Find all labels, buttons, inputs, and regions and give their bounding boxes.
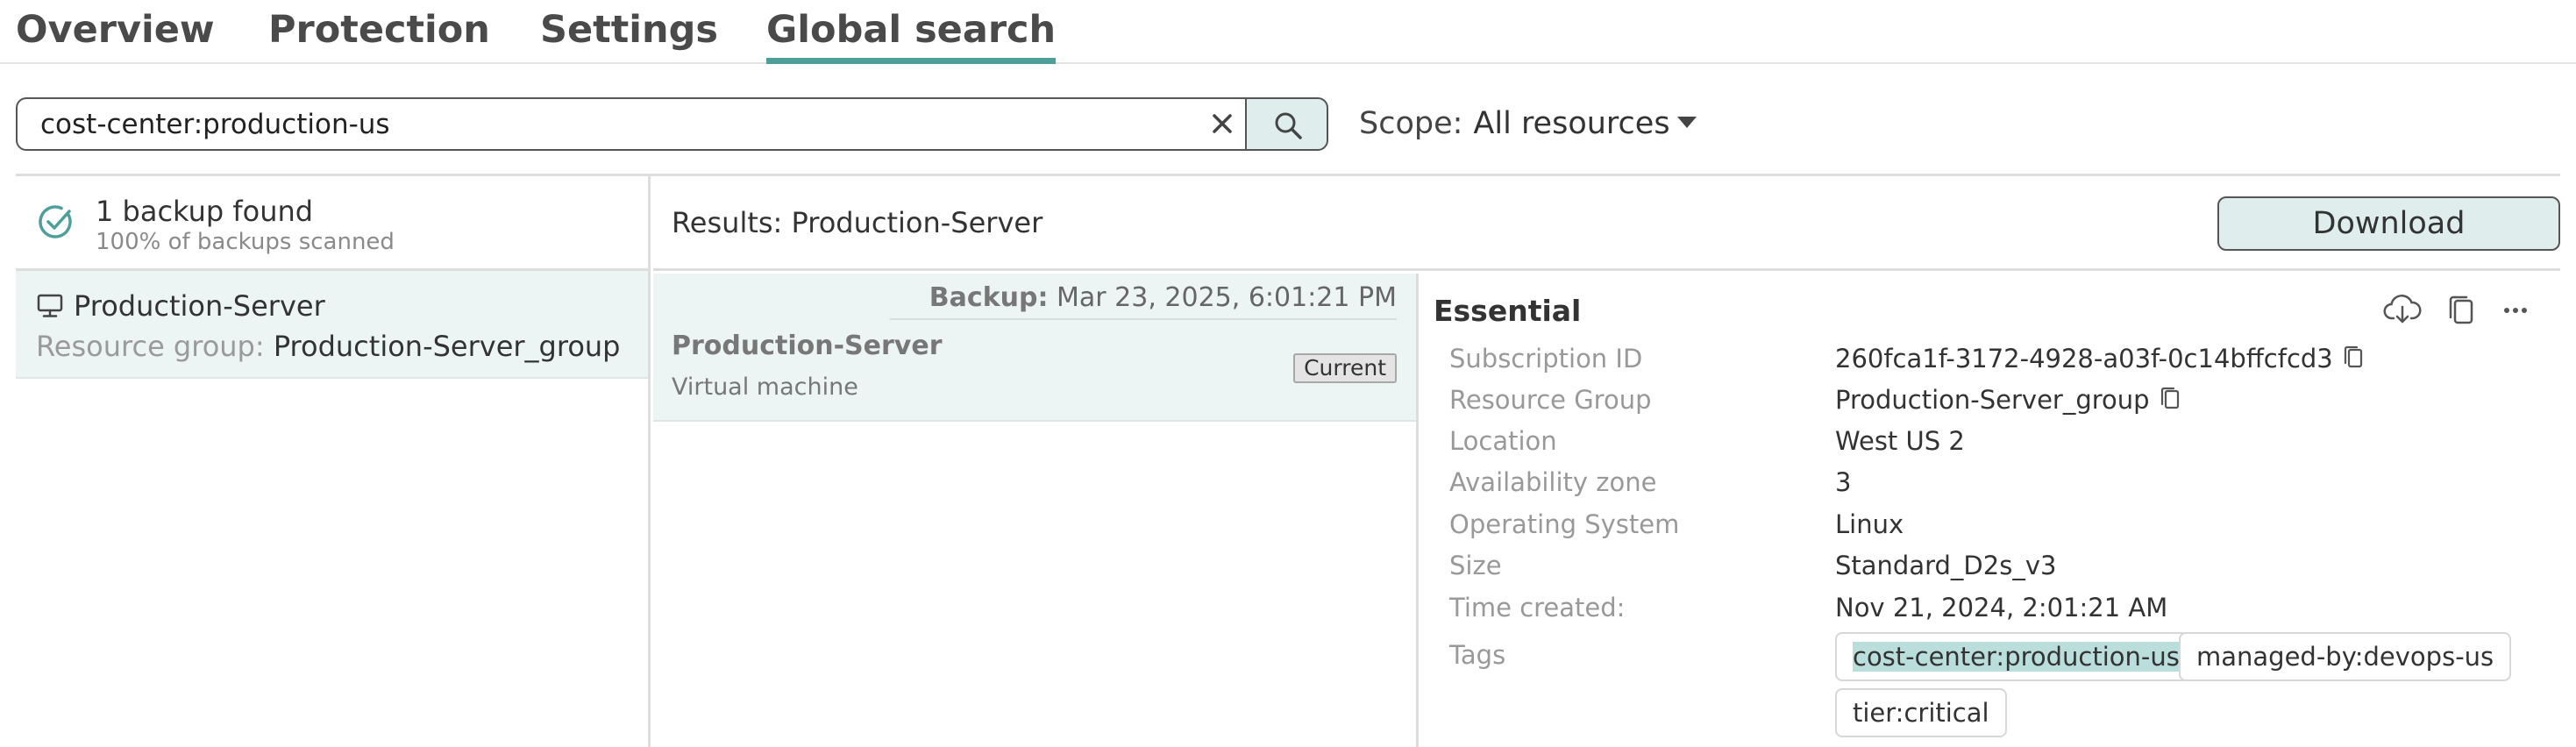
results-header: Results: Production-Server Download [653, 176, 2560, 271]
tab-overview[interactable]: Overview [16, 4, 215, 56]
copy-icon[interactable] [2445, 293, 2477, 328]
field-value: 3 [1835, 467, 1852, 497]
field-operating-system: Operating System Linux [1421, 507, 2560, 542]
field-label: Operating System [1449, 509, 1680, 539]
tab-global-search[interactable]: Global search [766, 4, 1057, 64]
tag-chip[interactable]: managed-by:devops-us [2179, 632, 2512, 681]
backup-list-panel: Backup: Mar 23, 2025, 6:01:21 PM Product… [653, 274, 1419, 747]
cloud-download-icon[interactable] [2383, 293, 2422, 328]
field-label: Time created: [1449, 593, 1626, 622]
field-label: Resource Group [1449, 385, 1652, 415]
tab-settings[interactable]: Settings [540, 4, 718, 56]
list-item-resource[interactable]: Production-Server Resource group: Produc… [16, 271, 648, 379]
field-size: Size Standard_D2s_v3 [1421, 548, 2560, 583]
resource-group-label: Resource group: [36, 330, 265, 363]
field-value: Production-Server_group [1835, 382, 2181, 417]
backup-date: Backup: Mar 23, 2025, 6:01:21 PM [929, 281, 1397, 316]
field-value: Standard_D2s_v3 [1835, 551, 2057, 580]
scan-progress: 100% of backups scanned [96, 229, 395, 255]
search-input[interactable]: cost-center:production-us [16, 97, 1245, 151]
search-highlight: cost-center:production-us [1853, 642, 2180, 672]
scope-label: Scope: [1359, 106, 1463, 141]
chevron-down-icon[interactable] [1676, 117, 1697, 128]
scope-value[interactable]: All resources [1473, 106, 1669, 141]
search-icon [1275, 112, 1302, 139]
field-time-created: Time created: Nov 21, 2024, 2:01:21 AM [1421, 590, 2560, 625]
divider [890, 318, 1397, 320]
list-item-backup[interactable]: Backup: Mar 23, 2025, 6:01:21 PM Product… [653, 274, 1416, 422]
tab-bar: Overview Protection Settings Global sear… [0, 0, 2576, 64]
details-panel: Essential Subscription ID 260fca1f-3172-… [1421, 274, 2560, 747]
backup-date-label: Backup: [929, 282, 1049, 313]
close-icon[interactable] [1206, 108, 1238, 139]
search-query-text[interactable]: cost-center:production-us [40, 107, 390, 142]
resource-list-panel: 1 backup found 100% of backups scanned P… [16, 176, 651, 747]
field-label: Location [1449, 426, 1557, 456]
resource-group: Resource group: Production-Server_group [36, 329, 620, 364]
backup-date-value: Mar 23, 2025, 6:01:21 PM [1057, 282, 1397, 313]
resource-name: Production-Server [74, 289, 325, 323]
search-summary: 1 backup found 100% of backups scanned [16, 176, 648, 271]
copy-icon[interactable] [2342, 344, 2365, 370]
more-icon[interactable] [2500, 293, 2531, 328]
backup-resource-name: Production-Server [672, 331, 943, 361]
section-title: Essential [1434, 294, 1582, 328]
field-value: West US 2 [1835, 426, 1965, 456]
resource-group-value: Production-Server_group [273, 330, 621, 363]
field-value: Nov 21, 2024, 2:01:21 AM [1835, 593, 2168, 622]
copy-icon[interactable] [2159, 385, 2181, 411]
scope-dropdown[interactable]: Scope: All resources [1359, 103, 1697, 144]
status-badge: Current [1293, 353, 1397, 383]
field-location: Location West US 2 [1421, 423, 2560, 459]
tag-chip[interactable]: tier:critical [1835, 688, 2007, 737]
backup-count: 1 backup found [96, 195, 314, 228]
field-availability-zone: Availability zone 3 [1421, 465, 2560, 500]
field-value: Linux [1835, 509, 1904, 539]
results-title: Results: Production-Server [672, 206, 1043, 239]
field-resource-group: Resource Group Production-Server_group [1421, 382, 2560, 417]
search-button[interactable] [1245, 97, 1328, 151]
download-button[interactable]: Download [2217, 196, 2560, 251]
field-label: Size [1449, 551, 1502, 580]
tab-protection[interactable]: Protection [268, 4, 490, 56]
field-value: 260fca1f-3172-4928-a03f-0c14bffcfcd3 [1835, 341, 2365, 376]
check-circle-icon [39, 205, 72, 238]
field-label: Subscription ID [1449, 344, 1643, 374]
field-subscription-id: Subscription ID 260fca1f-3172-4928-a03f-… [1421, 341, 2560, 376]
backup-resource-type: Virtual machine [672, 374, 858, 401]
tag-chip[interactable]: cost-center:production-us [1835, 632, 2197, 681]
field-label: Tags [1449, 640, 1506, 670]
monitor-icon [37, 294, 63, 317]
field-label: Availability zone [1449, 467, 1657, 497]
